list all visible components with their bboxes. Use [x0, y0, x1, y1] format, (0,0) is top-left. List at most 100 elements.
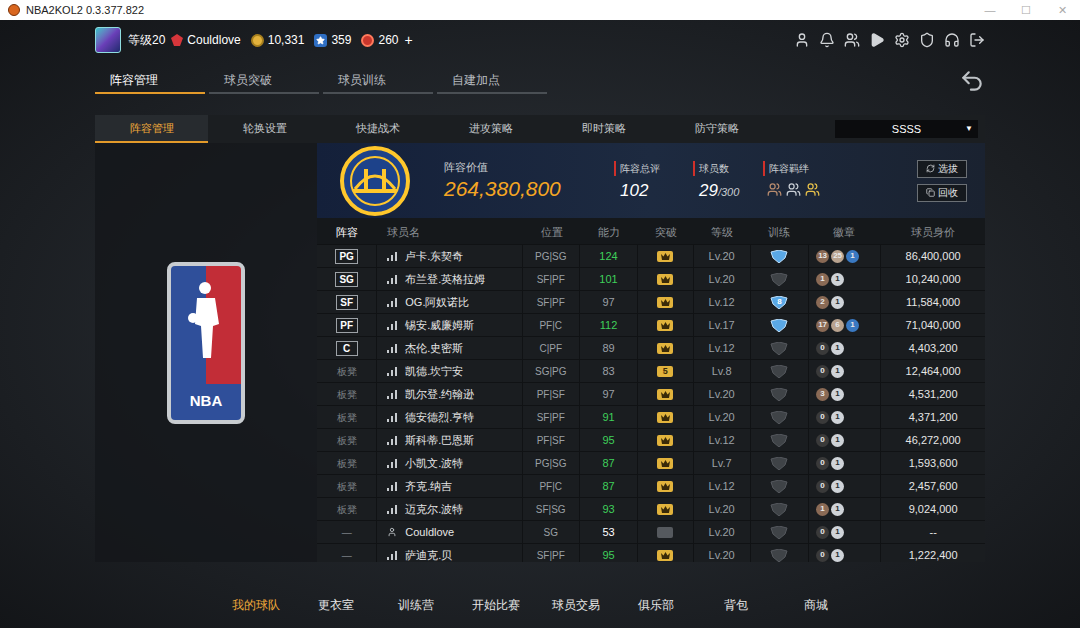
slot-cell: PF [317, 314, 376, 336]
back-icon[interactable] [959, 68, 985, 94]
training-shield-icon [770, 503, 788, 516]
table-row[interactable]: PF锡安.威廉姆斯PF|C112Lv.17176171,040,000 [317, 314, 985, 336]
sub-tab[interactable]: 即时策略 [547, 115, 660, 143]
value-cell: -- [881, 521, 985, 543]
bottom-nav-item[interactable]: 背包 [696, 596, 776, 614]
nba-logo: NBA [167, 262, 245, 424]
table-row[interactable]: 板凳凯德.坎宁安SG|PG835Lv.80112,464,000 [317, 360, 985, 382]
table-row[interactable]: 板凳德安德烈.亨特SF|PF91Lv.20014,371,200 [317, 406, 985, 428]
ability-cell: 112 [580, 314, 637, 336]
training-cell [751, 360, 808, 382]
logo-area: NBA [95, 143, 317, 562]
training-shield-icon [770, 411, 788, 424]
bond-icon[interactable] [786, 182, 801, 197]
profile-icon[interactable] [794, 32, 810, 48]
level-cell: Lv.12 [694, 475, 750, 497]
summary-button[interactable]: 选拔 [917, 160, 967, 178]
main-tab[interactable]: 自建加点 [437, 68, 547, 94]
signal-icon [387, 275, 397, 284]
table-row[interactable]: SFOG.阿奴诺比SF|PF97Lv.1282111,584,000 [317, 291, 985, 313]
level-cell: Lv.17 [694, 314, 750, 336]
column-header: 阵容 [317, 224, 377, 241]
training-badge [770, 549, 788, 562]
crown-icon [661, 460, 670, 467]
training-badge [770, 526, 788, 539]
coin-icon [251, 34, 264, 47]
slot-cell: 板凳 [317, 360, 376, 382]
column-header: 球员名 [377, 224, 523, 241]
panel-body: NBA阵容价值264,380,800阵容总评102球员数29/300阵容羁绊选拔… [95, 143, 985, 562]
badge-count: 1 [846, 319, 859, 332]
summary-button[interactable]: 回收 [917, 184, 967, 202]
main-tab[interactable]: 球员训练 [323, 68, 433, 94]
user-icon [387, 527, 397, 537]
badge-count: 6 [831, 319, 844, 332]
table-row[interactable]: 板凳凯尔登.约翰逊PF|SF97Lv.20314,531,200 [317, 383, 985, 405]
add-currency-button[interactable]: + [405, 30, 413, 51]
break-badge [657, 412, 673, 423]
position-cell: C|PF [523, 337, 579, 359]
gear-icon[interactable] [894, 32, 910, 48]
table-row[interactable]: 板凳迈克尔.波特SF|SG93Lv.20119,024,000 [317, 498, 985, 520]
table-row[interactable]: —萨迪克.贝SF|PF95Lv.20011,222,400 [317, 544, 985, 562]
sub-tab[interactable]: 进攻策略 [434, 115, 547, 143]
window-control[interactable]: ✕ [1044, 0, 1080, 20]
training-cell [751, 498, 808, 520]
slot-cell: PG [317, 245, 376, 267]
window-control[interactable]: ☐ [1008, 0, 1044, 20]
value-cell: 71,040,000 [881, 314, 985, 336]
break-cell [638, 544, 692, 562]
stat-bonds: 阵容羁绊 [763, 161, 843, 197]
main-tab[interactable]: 阵容管理 [95, 68, 205, 94]
badge-count: 1 [831, 480, 844, 493]
ability-cell: 97 [580, 383, 637, 405]
bottom-nav-item[interactable]: 开始比赛 [456, 596, 536, 614]
window-control[interactable]: — [972, 0, 1008, 20]
avatar[interactable] [95, 27, 121, 53]
training-shield-icon [770, 388, 788, 401]
badge-count: 0 [816, 342, 829, 355]
table-row[interactable]: 板凳斯科蒂.巴恩斯PF|SF95Lv.120146,272,000 [317, 429, 985, 451]
slot-cell: — [317, 521, 376, 543]
position-cell: SF|PF [523, 406, 579, 428]
friends-icon[interactable] [844, 32, 860, 48]
name-cell: 齐克.纳吉 [377, 475, 521, 497]
signal-icon [387, 505, 397, 514]
headset-icon[interactable] [944, 32, 960, 48]
bottom-nav-item[interactable]: 球员交易 [536, 596, 616, 614]
sub-tab[interactable]: 防守策略 [660, 115, 773, 143]
break-cell [638, 268, 692, 290]
sub-tab[interactable]: 轮换设置 [208, 115, 321, 143]
training-shield-icon [770, 457, 788, 470]
main-tab[interactable]: 球员突破 [209, 68, 319, 94]
sub-tab[interactable]: 阵容管理 [95, 115, 208, 143]
video-icon[interactable] [869, 32, 885, 48]
bell-icon[interactable] [819, 32, 835, 48]
table-row[interactable]: —CouldloveSG53Lv.2001-- [317, 521, 985, 543]
bottom-nav-item[interactable]: 训练营 [376, 596, 456, 614]
badges-cell: 1761 [809, 314, 880, 336]
table-row[interactable]: 板凳齐克.纳吉PF|C87Lv.12012,457,600 [317, 475, 985, 497]
table-row[interactable]: PG卢卡.东契奇PG|SG124Lv.201325186,400,000 [317, 245, 985, 267]
bond-icon[interactable] [805, 182, 820, 197]
bottom-nav-item[interactable]: 商城 [776, 596, 856, 614]
bottom-nav-item[interactable]: 我的球队 [216, 596, 296, 614]
badges-cell: 11 [809, 498, 880, 520]
sub-tabs: 阵容管理轮换设置快捷战术进攻策略即时策略防守策略 SSSS▼ [95, 115, 985, 143]
position-cell: SF|PF [523, 544, 579, 562]
bottom-nav-item[interactable]: 俱乐部 [616, 596, 696, 614]
lineup-dropdown[interactable]: SSSS▼ [835, 120, 978, 138]
exit-icon[interactable] [969, 32, 985, 48]
table-row[interactable]: 板凳小凯文.波特PG|SG87Lv.7011,593,600 [317, 452, 985, 474]
shield-icon[interactable] [919, 32, 935, 48]
badge-count: 1 [831, 411, 844, 424]
name-cell: 卢卡.东契奇 [377, 245, 521, 267]
badge-count: 1 [831, 503, 844, 516]
sub-tab[interactable]: 快捷战术 [321, 115, 434, 143]
table-row[interactable]: SG布兰登.英格拉姆SF|PF101Lv.201110,240,000 [317, 268, 985, 290]
bond-icon[interactable] [767, 182, 782, 197]
training-badge [770, 388, 788, 401]
badge-count: 1 [831, 457, 844, 470]
table-row[interactable]: C杰伦.史密斯C|PF89Lv.12014,403,200 [317, 337, 985, 359]
bottom-nav-item[interactable]: 更衣室 [296, 596, 376, 614]
